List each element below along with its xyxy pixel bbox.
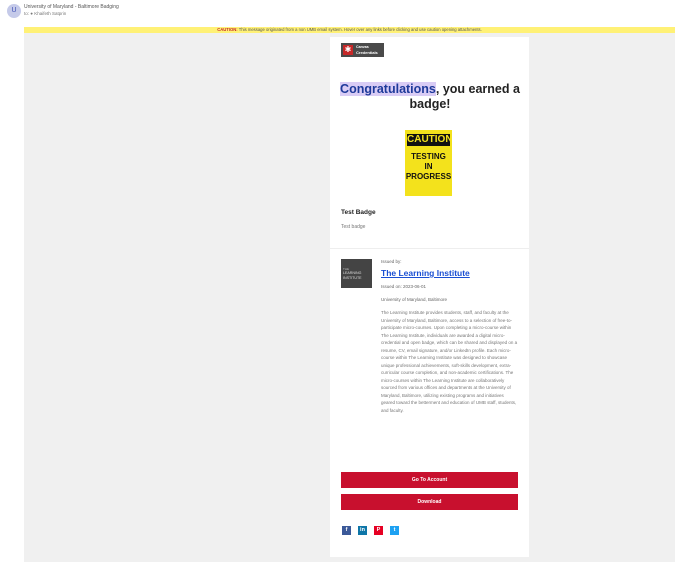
- go-to-account-button[interactable]: Go To Account: [341, 472, 518, 488]
- badge-email-card: ✱ Canvas Credentials Congratulations, yo…: [330, 37, 529, 557]
- issued-by-label: Issued by:: [381, 259, 402, 264]
- canvas-credentials-logo: ✱ Canvas Credentials: [341, 43, 384, 57]
- issuer-organization: University of Maryland, Baltimore: [381, 297, 448, 302]
- issuer-name-link[interactable]: The Learning Institute: [381, 268, 470, 278]
- congrats-highlight: Congratulations: [340, 82, 436, 96]
- sender-name: University of Maryland - Baltimore Badgi…: [24, 4, 119, 10]
- caution-text: This message originated from a non UMB e…: [237, 27, 482, 32]
- pinterest-icon[interactable]: P: [374, 526, 383, 535]
- divider: [330, 248, 529, 249]
- issued-on-date: Issued on: 2023-06-01: [381, 284, 427, 289]
- badge-description: Test badge: [341, 224, 366, 230]
- linkedin-icon[interactable]: in: [358, 526, 367, 535]
- email-header: U University of Maryland - Baltimore Bad…: [0, 0, 675, 26]
- twitter-icon[interactable]: t: [390, 526, 399, 535]
- download-button[interactable]: Download: [341, 494, 518, 510]
- recipient-line: to: ● Khaifeth Satprin: [24, 11, 67, 16]
- congrats-heading: Congratulations, you earned a badge!: [340, 82, 520, 111]
- issuer-logo: THE LEARNING INSTITUTE: [341, 259, 372, 288]
- facebook-icon[interactable]: f: [342, 526, 351, 535]
- issuer-description: The Learning Institute provides students…: [381, 310, 518, 413]
- caution-label: CAUTION:: [217, 27, 238, 32]
- sender-avatar[interactable]: U: [7, 4, 21, 18]
- badge-name: Test Badge: [341, 209, 376, 216]
- badge-image: CAUTION TESTING IN PROGRESS: [405, 130, 453, 196]
- logo-star-icon: ✱: [343, 45, 353, 55]
